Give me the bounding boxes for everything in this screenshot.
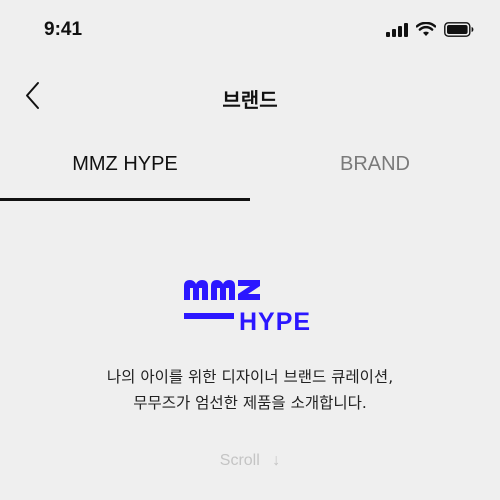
brand-intro: 나의 아이를 위한 디자이너 브랜드 큐레이션, 무무즈가 엄선한 제품을 소개…	[0, 364, 500, 416]
arrow-down-icon: ↓	[272, 452, 281, 469]
tab-label-mmz-hype: MMZ HYPE	[72, 153, 178, 175]
signal-icon	[386, 22, 408, 37]
intro-line-2: 무무즈가 엄선한 제품을 소개합니다.	[133, 394, 367, 412]
status-bar: 9:41	[0, 0, 500, 60]
tab-bar: MMZ HYPE BRAND	[0, 140, 500, 202]
svg-text:HYPE: HYPE	[239, 308, 311, 332]
tab-mmz-hype[interactable]: MMZ HYPE	[0, 140, 250, 202]
scroll-hint: Scroll ↓	[0, 452, 500, 470]
wifi-icon	[416, 22, 436, 36]
brand-logo: HYPE	[184, 280, 318, 336]
battery-icon	[444, 22, 474, 37]
status-time: 9:41	[44, 19, 83, 40]
nav-bar: 브랜드	[0, 66, 500, 126]
mmz-hype-logo: HYPE	[184, 280, 311, 336]
scroll-hint-label: Scroll	[219, 452, 260, 469]
intro-line-1: 나의 아이를 위한 디자이너 브랜드 큐레이션,	[106, 368, 394, 386]
tab-label-brand: BRAND	[339, 153, 410, 175]
page-title: 브랜드	[222, 88, 278, 112]
status-icons	[386, 22, 474, 37]
active-tab-indicator	[0, 198, 250, 201]
tab-brand[interactable]: BRAND	[250, 140, 500, 202]
